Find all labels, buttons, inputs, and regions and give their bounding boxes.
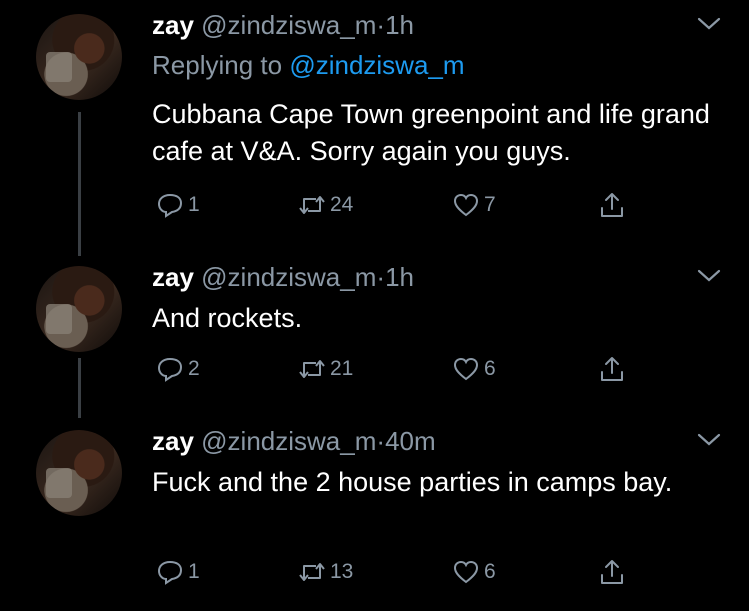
chevron-down-icon[interactable] bbox=[696, 430, 722, 450]
heart-icon bbox=[453, 193, 479, 217]
user-handle[interactable]: @zindziswa_m bbox=[201, 262, 376, 292]
display-name[interactable]: zay bbox=[152, 262, 194, 292]
tweet-text: Fuck and the 2 house parties in camps ba… bbox=[152, 467, 673, 497]
reply-button[interactable]: 1 bbox=[156, 188, 200, 222]
retweet-icon bbox=[299, 360, 325, 378]
user-handle[interactable]: @zindziswa_m bbox=[201, 10, 376, 40]
tweet-actions: 2 21 6 bbox=[152, 352, 652, 386]
retweet-button[interactable]: 21 bbox=[298, 352, 353, 386]
share-icon bbox=[601, 560, 623, 584]
display-name[interactable]: zay bbox=[152, 10, 194, 40]
chevron-down-icon[interactable] bbox=[696, 14, 722, 34]
share-button[interactable] bbox=[598, 555, 630, 589]
reply-count: 1 bbox=[188, 193, 200, 216]
display-name[interactable]: zay bbox=[152, 426, 194, 456]
share-button[interactable] bbox=[598, 188, 630, 222]
like-count: 7 bbox=[484, 193, 496, 216]
like-button[interactable]: 6 bbox=[452, 352, 496, 386]
share-icon bbox=[601, 357, 623, 381]
tweet-actions: 1 24 7 bbox=[152, 188, 652, 222]
heart-icon bbox=[453, 560, 479, 584]
tweet-text: And rockets. bbox=[152, 303, 303, 333]
retweet-icon bbox=[299, 563, 325, 581]
like-button[interactable]: 6 bbox=[452, 555, 496, 589]
reply-button[interactable]: 2 bbox=[156, 352, 200, 386]
retweet-count: 21 bbox=[330, 357, 354, 380]
replying-to: Replying to @zindziswa_m bbox=[152, 50, 465, 80]
like-count: 6 bbox=[484, 560, 496, 583]
timestamp[interactable]: 1h bbox=[385, 262, 414, 292]
reply-count: 1 bbox=[188, 560, 200, 583]
retweet-icon bbox=[299, 196, 325, 214]
like-count: 6 bbox=[484, 357, 496, 380]
user-handle[interactable]: @zindziswa_m bbox=[201, 426, 376, 456]
share-button[interactable] bbox=[598, 352, 630, 386]
reply-icon bbox=[157, 357, 183, 382]
reply-icon bbox=[157, 193, 183, 218]
tweet-header: zay @zindziswa_m·1h bbox=[152, 10, 414, 40]
chevron-down-icon[interactable] bbox=[696, 266, 722, 286]
separator-dot: · bbox=[376, 262, 386, 292]
share-icon bbox=[601, 193, 623, 217]
tweet-header: zay @zindziswa_m·1h bbox=[152, 262, 414, 292]
avatar[interactable] bbox=[36, 14, 122, 100]
tweet-header: zay @zindziswa_m·40m bbox=[152, 426, 436, 456]
replying-prefix: Replying to bbox=[152, 50, 283, 80]
separator-dot: · bbox=[376, 10, 386, 40]
mention-link[interactable]: @zindziswa_m bbox=[289, 50, 464, 80]
timestamp[interactable]: 1h bbox=[385, 10, 414, 40]
tweet-text: Cubbana Cape Town greenpoint and life gr… bbox=[152, 99, 710, 166]
retweet-button[interactable]: 13 bbox=[298, 555, 353, 589]
separator-dot: · bbox=[376, 426, 386, 456]
timestamp[interactable]: 40m bbox=[385, 426, 436, 456]
heart-icon bbox=[453, 357, 479, 381]
retweet-button[interactable]: 24 bbox=[298, 188, 353, 222]
reply-count: 2 bbox=[188, 357, 200, 380]
avatar[interactable] bbox=[36, 266, 122, 352]
tweet-actions: 1 13 6 bbox=[152, 555, 652, 589]
avatar[interactable] bbox=[36, 430, 122, 516]
thread-line bbox=[78, 112, 81, 256]
reply-button[interactable]: 1 bbox=[156, 555, 200, 589]
retweet-count: 24 bbox=[330, 193, 354, 216]
reply-icon bbox=[157, 560, 183, 585]
thread-line bbox=[78, 358, 81, 418]
retweet-count: 13 bbox=[330, 560, 354, 583]
like-button[interactable]: 7 bbox=[452, 188, 496, 222]
